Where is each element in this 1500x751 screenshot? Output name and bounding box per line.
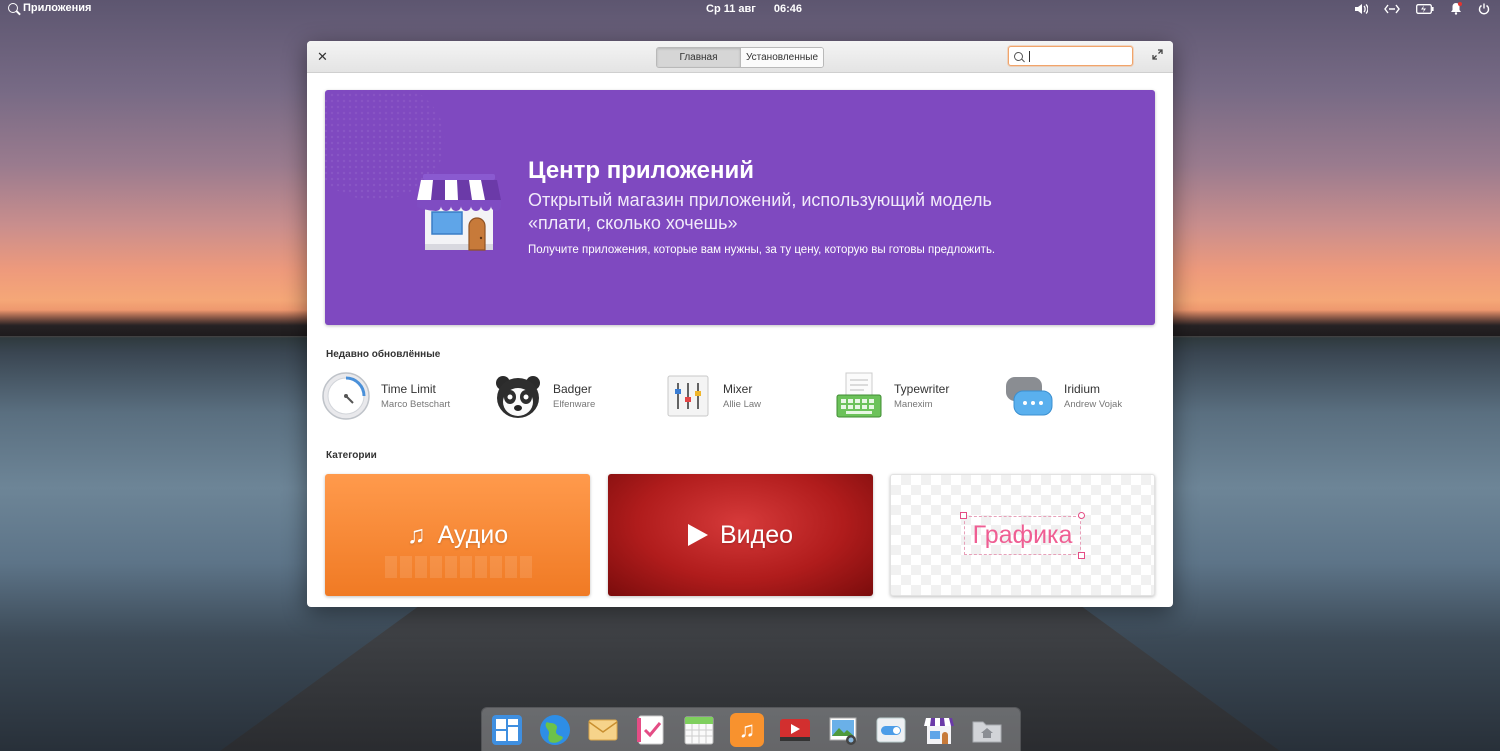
search-icon — [1014, 51, 1023, 61]
chat-bubbles-icon — [1004, 371, 1054, 421]
keyboard-texture — [385, 556, 535, 578]
category-graphics[interactable]: Графика — [890, 474, 1155, 596]
search-input[interactable] — [1037, 50, 1127, 62]
applications-label: Приложения — [23, 2, 92, 14]
settings-icon[interactable] — [874, 713, 908, 747]
app-name: Iridium — [1064, 382, 1101, 396]
search-box[interactable] — [1008, 46, 1133, 66]
multitasking-view-icon[interactable] — [490, 713, 524, 747]
tab-home[interactable]: Главная — [657, 48, 741, 67]
badger-icon — [493, 371, 543, 421]
recent-app-mixer[interactable]: Mixer Allie Law — [663, 371, 761, 421]
music-note-icon: ♫ — [406, 520, 426, 549]
recent-app-badger[interactable]: Badger Elfenware — [493, 371, 595, 421]
app-author: Manexim — [894, 399, 933, 410]
power-icon[interactable] — [1478, 3, 1490, 18]
close-icon[interactable]: ✕ — [317, 49, 328, 65]
app-author: Elfenware — [553, 399, 596, 410]
category-label: Видео — [719, 520, 794, 549]
date-label: Ср 11 авг — [706, 3, 756, 15]
search-icon — [8, 3, 18, 13]
banner-subtitle: Открытый магазин приложений, использующи… — [528, 190, 992, 233]
category-video-label-group: Видео — [687, 520, 794, 550]
recent-app-iridium[interactable]: Iridium Andrew Vojak — [1004, 371, 1122, 421]
banner-title: Центр приложений — [528, 157, 754, 184]
play-icon — [687, 524, 708, 546]
headerbar: ✕ Главная Установленные — [307, 41, 1173, 73]
app-author: Marco Betschart — [381, 399, 451, 410]
category-video[interactable]: Видео — [608, 474, 873, 596]
categories-section-title: Категории — [326, 450, 377, 461]
app-author: Allie Law — [723, 399, 762, 410]
recent-section-title: Недавно обновлённые — [326, 349, 441, 360]
volume-icon[interactable] — [1354, 3, 1369, 18]
category-audio[interactable]: ♫ Аудио — [325, 474, 590, 596]
timer-icon — [321, 371, 371, 421]
music-note-glyph: ♫ — [738, 717, 756, 742]
time-label: 06:46 — [773, 3, 803, 15]
system-indicators — [1354, 2, 1490, 18]
category-audio-label-group: ♫ Аудио — [407, 521, 508, 550]
applications-menu-button[interactable]: Приложения — [8, 2, 91, 14]
typewriter-icon — [834, 371, 884, 421]
network-icon[interactable] — [1384, 3, 1400, 17]
app-name: Badger — [553, 382, 592, 396]
appcenter-window: ✕ Главная Установленные Центр приложений… — [307, 41, 1173, 607]
featured-banner[interactable]: Центр приложений Открытый магазин прилож… — [325, 90, 1155, 325]
selection-handle — [1078, 551, 1086, 559]
app-name: Typewriter — [894, 382, 950, 396]
category-graphics-label-group: Графика — [959, 511, 1086, 559]
files-icon[interactable] — [970, 713, 1004, 747]
dock: ♫ — [482, 708, 1020, 751]
web-browser-icon[interactable] — [538, 713, 572, 747]
videos-icon[interactable] — [778, 713, 812, 747]
appcenter-icon[interactable] — [922, 713, 956, 747]
view-switcher: Главная Установленные — [656, 47, 824, 68]
music-icon[interactable]: ♫ — [730, 713, 764, 747]
mail-icon[interactable] — [586, 713, 620, 747]
notifications-icon[interactable] — [1450, 2, 1462, 18]
category-label: Аудио — [437, 520, 509, 549]
selection-handle — [1078, 511, 1086, 519]
mixer-icon — [663, 371, 713, 421]
battery-icon[interactable] — [1416, 3, 1434, 17]
selection-handle — [959, 511, 967, 519]
appcenter-store-icon — [417, 174, 501, 251]
tab-installed[interactable]: Установленные — [741, 48, 823, 67]
category-label: Графика — [972, 520, 1073, 549]
app-author: Andrew Vojak — [1064, 399, 1123, 410]
calendar-icon[interactable] — [682, 713, 716, 747]
app-name: Mixer — [723, 382, 753, 396]
banner-description: Получите приложения, которые вам нужны, … — [528, 244, 996, 256]
datetime-indicator[interactable]: Ср 11 авг 06:46 — [706, 3, 802, 15]
text-cursor — [1029, 50, 1030, 62]
app-name: Time Limit — [381, 382, 436, 396]
maximize-icon[interactable] — [1152, 49, 1163, 63]
recent-apps-row: Time Limit Marco Betschart Badger Elfenw… — [321, 371, 1161, 421]
recent-app-typewriter[interactable]: Typewriter Manexim — [834, 371, 949, 421]
photos-icon[interactable] — [826, 713, 860, 747]
tasks-icon[interactable] — [634, 713, 668, 747]
recent-app-time-limit[interactable]: Time Limit Marco Betschart — [321, 371, 450, 421]
top-panel: Приложения Ср 11 авг 06:46 — [0, 0, 1500, 18]
